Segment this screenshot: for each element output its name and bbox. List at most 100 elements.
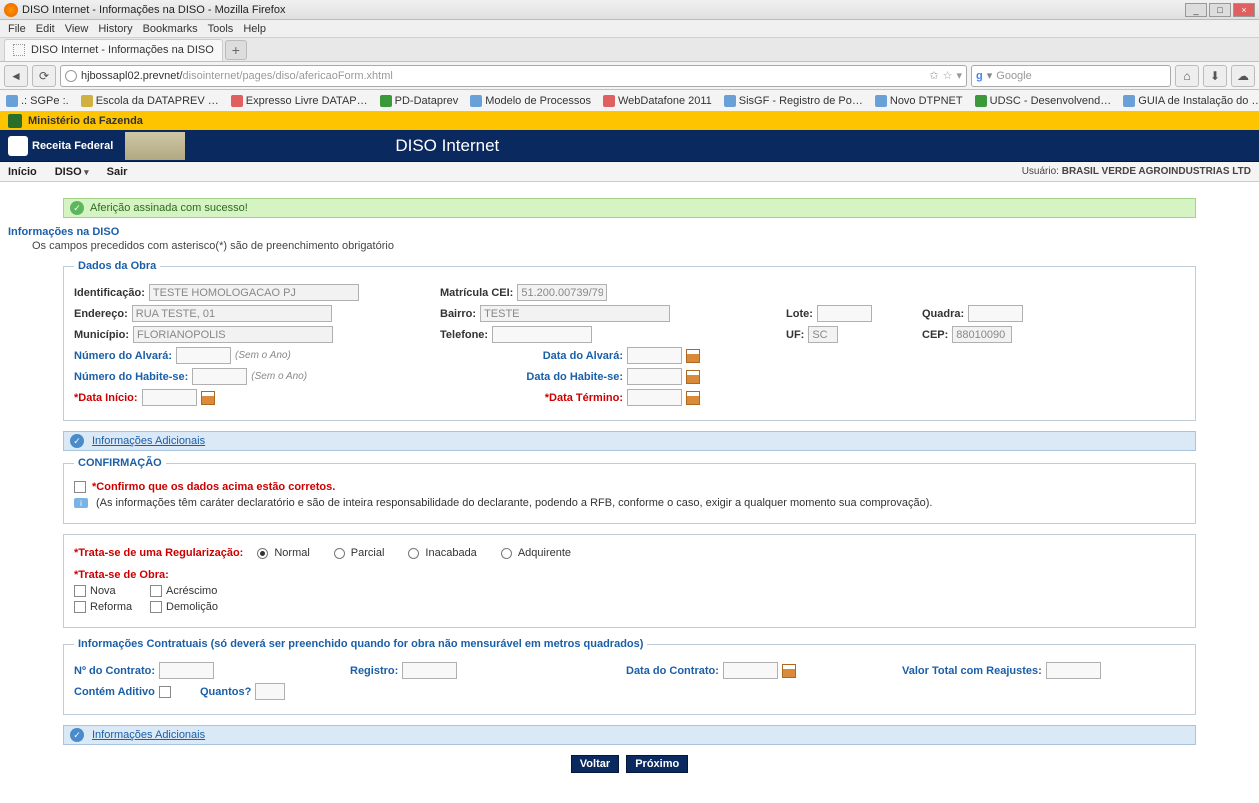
input-quadra[interactable] [968,305,1023,322]
home-button[interactable]: ⌂ [1175,65,1199,87]
label-data-inicio: *Data Início: [74,392,138,404]
link-info-adicionais-2[interactable]: Informações Adicionais [92,729,205,741]
receita-label: Receita Federal [32,140,113,152]
checkbox-reforma[interactable] [74,601,86,613]
dropdown-icon[interactable]: ▾ [956,69,962,82]
radio-inacabada[interactable] [408,548,419,559]
checkbox-acrescimo[interactable] [150,585,162,597]
search-placeholder: Google [996,70,1031,82]
calendar-icon-contrato[interactable] [782,664,796,678]
input-endereco[interactable] [132,305,332,322]
bookmark-label: SisGF - Registro de Po… [739,95,863,107]
voltar-button[interactable]: Voltar [571,755,619,773]
close-window-button[interactable]: × [1233,3,1255,17]
menu-edit[interactable]: Edit [32,23,59,35]
checkbox-confirmo[interactable] [74,481,86,493]
input-bairro[interactable] [480,305,670,322]
input-data-contrato[interactable] [723,662,778,679]
input-identificacao[interactable] [149,284,359,301]
search-box[interactable]: g ▾ Google [971,65,1171,87]
radio-normal[interactable] [257,548,268,559]
menu-diso[interactable]: DISO [55,166,89,178]
menu-view[interactable]: View [61,23,93,35]
calendar-icon-inicio[interactable] [201,391,215,405]
bookmark-item[interactable]: GUIA de Instalação do … [1123,95,1259,107]
bookmark-label: Expresso Livre DATAP… [246,95,368,107]
label-num-habite: Número do Habite-se: [74,371,188,383]
maximize-button[interactable]: □ [1209,3,1231,17]
link-info-adicionais-1[interactable]: Informações Adicionais [92,435,205,447]
menu-tools[interactable]: Tools [204,23,238,35]
bookmark-item[interactable]: UDSC - Desenvolvend… [975,95,1112,107]
menu-sair[interactable]: Sair [107,166,128,178]
checkbox-nova[interactable] [74,585,86,597]
minimize-button[interactable]: _ [1185,3,1207,17]
input-data-inicio[interactable] [142,389,197,406]
label-reforma: Reforma [90,601,132,613]
input-num-alvara[interactable] [176,347,231,364]
radio-parcial[interactable] [334,548,345,559]
bookmark-item[interactable]: Novo DTPNET [875,95,963,107]
new-tab-button[interactable]: + [225,40,247,60]
proximo-button[interactable]: Próximo [626,755,688,773]
radio-adquirente[interactable] [501,548,512,559]
search-dropdown-icon[interactable]: ▾ [987,69,993,82]
feedback-button[interactable]: ☁ [1231,65,1255,87]
label-matricula: Matrícula CEI: [440,287,513,299]
bookmark-item[interactable]: Modelo de Processos [470,95,591,107]
browser-tab[interactable]: DISO Internet - Informações na DISO [4,39,223,61]
input-quantos[interactable] [255,683,285,700]
bookmark-star-icon[interactable]: ☆ [943,69,953,82]
calendar-icon-alvara[interactable] [686,349,700,363]
label-data-termino: *Data Término: [545,392,623,404]
bookmark-item[interactable]: Expresso Livre DATAP… [231,95,368,107]
input-matricula[interactable] [517,284,607,301]
label-num-alvara: Número do Alvará: [74,350,172,362]
reload-button[interactable]: ⟳ [32,65,56,87]
info-bar-2: ✓ Informações Adicionais [63,725,1196,745]
info-bar-1: ✓ Informações Adicionais [63,431,1196,451]
back-button[interactable]: ◄ [4,65,28,87]
browser-toolbar: ◄ ⟳ hjbossapl02.prevnet/disointernet/pag… [0,62,1259,90]
input-cep[interactable] [952,326,1012,343]
input-num-contrato[interactable] [159,662,214,679]
downloads-button[interactable]: ⬇ [1203,65,1227,87]
input-num-habite[interactable] [192,368,247,385]
input-valor-total[interactable] [1046,662,1101,679]
input-data-alvara[interactable] [627,347,682,364]
label-identificacao: Identificação: [74,287,145,299]
label-quadra: Quadra: [922,308,964,320]
bookmark-favicon [724,95,736,107]
input-registro[interactable] [402,662,457,679]
calendar-icon-habite[interactable] [686,370,700,384]
bookmark-label: .: SGPe :. [21,95,69,107]
input-lote[interactable] [817,305,872,322]
feed-icon[interactable]: ✩ [929,69,938,82]
bookmark-item[interactable]: SisGF - Registro de Po… [724,95,863,107]
menu-file[interactable]: File [4,23,30,35]
calendar-icon-termino[interactable] [686,391,700,405]
bookmark-label: Modelo de Processos [485,95,591,107]
url-bar[interactable]: hjbossapl02.prevnet/disointernet/pages/d… [60,65,967,87]
input-municipio[interactable] [133,326,333,343]
checkbox-aditivo[interactable] [159,686,171,698]
bookmark-item[interactable]: WebDatafone 2011 [603,95,712,107]
input-uf[interactable] [808,326,838,343]
bookmark-item[interactable]: Escola da DATAPREV … [81,95,219,107]
input-data-habite[interactable] [627,368,682,385]
bookmark-item[interactable]: PD-Dataprev [380,95,459,107]
menu-help[interactable]: Help [239,23,270,35]
window-titlebar: DISO Internet - Informações na DISO - Mo… [0,0,1259,20]
input-telefone[interactable] [492,326,592,343]
required-note: Os campos precedidos com asterisco(*) sã… [32,240,1251,252]
menu-inicio[interactable]: Início [8,166,37,178]
label-normal: Normal [274,547,309,559]
label-data-alvara: Data do Alvará: [543,350,623,362]
menu-history[interactable]: History [94,23,136,35]
url-path: disointernet/pages/diso/afericaoForm.xht… [183,70,393,82]
bookmark-item[interactable]: .: SGPe :. [6,95,69,107]
input-data-termino[interactable] [627,389,682,406]
checkbox-demolicao[interactable] [150,601,162,613]
menu-bookmarks[interactable]: Bookmarks [139,23,202,35]
bookmarks-bar: .: SGPe :. Escola da DATAPREV … Expresso L… [0,90,1259,112]
